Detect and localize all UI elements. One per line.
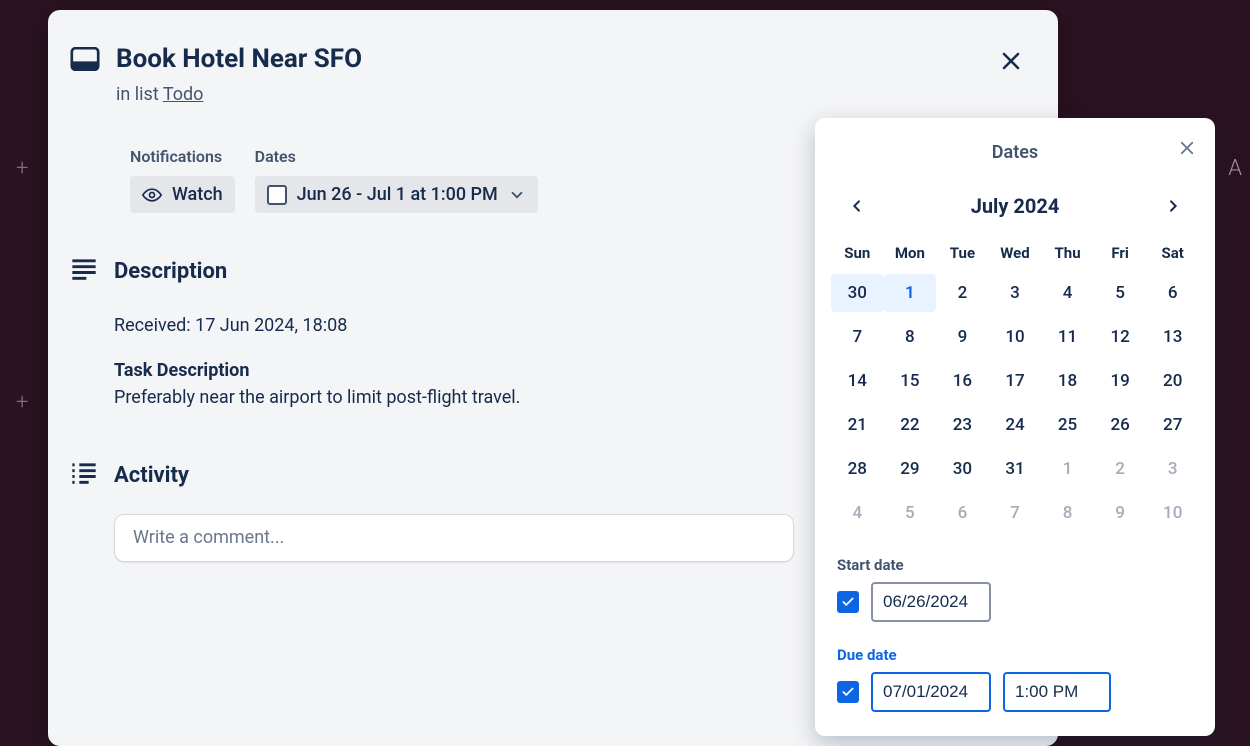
dates-label: Dates (255, 147, 538, 166)
chevron-down-icon (508, 186, 526, 204)
calendar-day[interactable]: 8 (884, 318, 937, 356)
calendar-day[interactable]: 10 (1146, 494, 1199, 532)
dow-header: Thu (1041, 238, 1094, 268)
description-received: Received: 17 Jun 2024, 18:08 (114, 315, 347, 336)
dow-header: Mon (884, 238, 937, 268)
calendar-day[interactable]: 31 (989, 450, 1042, 488)
due-date-label: Due date (837, 646, 1193, 664)
calendar-day[interactable]: 11 (1041, 318, 1094, 356)
card-icon (70, 47, 100, 71)
calendar-day[interactable]: 28 (831, 450, 884, 488)
calendar-day[interactable]: 21 (831, 406, 884, 444)
description-heading: Description (114, 259, 227, 284)
close-icon (999, 49, 1023, 73)
calendar-day[interactable]: 24 (989, 406, 1042, 444)
calendar-grid: SunMonTueWedThuFriSat3012345678910111213… (831, 238, 1199, 532)
calendar-day[interactable]: 3 (989, 274, 1042, 312)
card-title[interactable]: Book Hotel Near SFO (116, 44, 362, 74)
calendar-day[interactable]: 13 (1146, 318, 1199, 356)
calendar-day[interactable]: 5 (884, 494, 937, 532)
calendar-day[interactable]: 22 (884, 406, 937, 444)
chevron-right-icon (1165, 198, 1181, 214)
bg-plus-icon: + (16, 390, 28, 415)
bg-plus-icon: + (16, 156, 28, 181)
dates-chip[interactable]: Jun 26 - Jul 1 at 1:00 PM (255, 176, 538, 213)
eye-icon (142, 185, 162, 205)
calendar-day[interactable]: 30 (936, 450, 989, 488)
calendar-day[interactable]: 4 (831, 494, 884, 532)
list-link[interactable]: Todo (163, 84, 204, 105)
dow-header: Sat (1146, 238, 1199, 268)
popover-title: Dates (992, 142, 1038, 163)
watch-label: Watch (172, 184, 223, 205)
comment-input[interactable]: Write a comment... (114, 514, 794, 562)
calendar-day[interactable]: 19 (1094, 362, 1147, 400)
calendar-day[interactable]: 5 (1094, 274, 1147, 312)
dates-popover: Dates July 2024 SunMonTueWedThuFriSat301… (815, 118, 1215, 736)
calendar-day[interactable]: 25 (1041, 406, 1094, 444)
calendar-day[interactable]: 6 (936, 494, 989, 532)
bg-letter: A (1228, 156, 1242, 181)
month-label: July 2024 (971, 194, 1060, 218)
calendar-day[interactable]: 12 (1094, 318, 1147, 356)
due-date-input[interactable] (871, 672, 991, 712)
calendar-day[interactable]: 29 (884, 450, 937, 488)
due-time-input[interactable] (1003, 672, 1111, 712)
calendar-day[interactable]: 10 (989, 318, 1042, 356)
calendar-day[interactable]: 23 (936, 406, 989, 444)
list-location: in list Todo (116, 84, 1036, 105)
close-icon (1178, 139, 1196, 157)
due-date-checkbox[interactable] (837, 681, 859, 703)
check-icon (841, 595, 855, 609)
check-icon (841, 685, 855, 699)
calendar-day[interactable]: 20 (1146, 362, 1199, 400)
calendar-day[interactable]: 2 (1094, 450, 1147, 488)
calendar-day[interactable]: 27 (1146, 406, 1199, 444)
dow-header: Sun (831, 238, 884, 268)
calendar-day[interactable]: 8 (1041, 494, 1094, 532)
calendar-day[interactable]: 15 (884, 362, 937, 400)
calendar-day[interactable]: 6 (1146, 274, 1199, 312)
calendar-day[interactable]: 14 (831, 362, 884, 400)
calendar-day[interactable]: 18 (1041, 362, 1094, 400)
calendar-day[interactable]: 26 (1094, 406, 1147, 444)
close-button[interactable] (994, 44, 1028, 78)
dow-header: Tue (936, 238, 989, 268)
start-date-input[interactable] (871, 582, 991, 622)
in-list-prefix: in list (116, 84, 163, 105)
popover-close-button[interactable] (1175, 136, 1199, 160)
calendar-day[interactable]: 7 (989, 494, 1042, 532)
complete-checkbox[interactable] (267, 185, 287, 205)
watch-button[interactable]: Watch (130, 176, 235, 213)
calendar-day[interactable]: 1 (884, 274, 937, 312)
dow-header: Fri (1094, 238, 1147, 268)
description-icon (70, 257, 98, 281)
notifications-label: Notifications (130, 147, 235, 166)
date-summary: Jun 26 - Jul 1 at 1:00 PM (297, 184, 498, 205)
next-month-button[interactable] (1157, 190, 1189, 222)
calendar-day[interactable]: 3 (1146, 450, 1199, 488)
chevron-left-icon (849, 198, 865, 214)
calendar-day[interactable]: 2 (936, 274, 989, 312)
activity-heading: Activity (114, 463, 189, 488)
calendar-day[interactable]: 16 (936, 362, 989, 400)
calendar-day[interactable]: 7 (831, 318, 884, 356)
start-date-label: Start date (837, 556, 1193, 574)
calendar-day[interactable]: 17 (989, 362, 1042, 400)
dow-header: Wed (989, 238, 1042, 268)
calendar-day[interactable]: 4 (1041, 274, 1094, 312)
start-date-checkbox[interactable] (837, 591, 859, 613)
calendar-day[interactable]: 30 (831, 274, 884, 312)
calendar-day[interactable]: 1 (1041, 450, 1094, 488)
calendar-day[interactable]: 9 (936, 318, 989, 356)
activity-icon (70, 461, 98, 485)
description-body: Preferably near the airport to limit pos… (114, 387, 520, 408)
prev-month-button[interactable] (841, 190, 873, 222)
calendar-day[interactable]: 9 (1094, 494, 1147, 532)
